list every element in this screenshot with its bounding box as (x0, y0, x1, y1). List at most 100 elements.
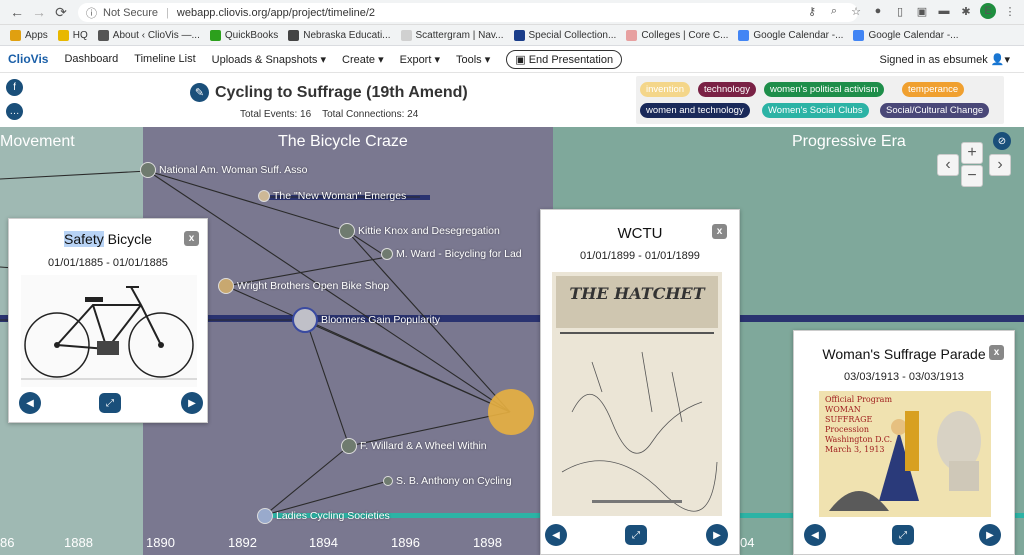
tag-invention[interactable]: invention (640, 82, 691, 97)
timeline-event[interactable]: Ladies Cycling Societies (257, 508, 390, 524)
timeline-event[interactable]: The "New Woman" Emerges (258, 190, 406, 202)
next-icon[interactable]: ▶ (706, 524, 728, 546)
signed-in-label: Signed in as ebsumek (879, 54, 988, 66)
timeline-event[interactable]: Kittie Knox and Desegregation (339, 223, 500, 239)
tag-legend: invention technology women's political a… (636, 76, 1004, 124)
menu-icon[interactable]: ⋮ (1002, 3, 1018, 19)
next-icon[interactable]: ▶ (979, 524, 1001, 546)
pan-left-button[interactable]: ‹ (937, 154, 959, 176)
address-bar[interactable]: ⓘ Not Secure | webapp.cliovis.org/app/pr… (78, 3, 858, 22)
year-tick: 1890 (146, 535, 175, 550)
next-icon[interactable]: ▶ (181, 392, 203, 414)
reload-icon[interactable]: ⟳ (50, 1, 72, 23)
pan-right-button[interactable]: › (989, 154, 1011, 176)
doc-icon[interactable]: ▯ (892, 3, 908, 19)
expand-icon[interactable]: ⤢ (625, 525, 647, 545)
previous-icon[interactable]: ◀ (804, 524, 826, 546)
calendar-icon (853, 29, 865, 41)
event-label: M. Ward - Bicycling for Lad (396, 248, 522, 260)
poster-caption: Official Program WOMAN SUFFRAGE Processi… (825, 395, 893, 454)
bookmark-item[interactable]: Special Collection... (513, 29, 616, 41)
total-connections: Total Connections: 24 (322, 109, 419, 120)
tag-women-and-technology[interactable]: women and technology (640, 103, 750, 118)
tag-social-cultural-change[interactable]: Social/Cultural Change (880, 103, 990, 118)
nav-export-dropdown[interactable]: Export ▾ (400, 53, 440, 66)
event-label: National Am. Woman Suff. Asso (159, 164, 308, 176)
event-card-suffrage-parade[interactable]: Woman's Suffrage Parade x 03/03/1913 - 0… (793, 330, 1015, 555)
event-thumbnail (383, 476, 393, 486)
bookmark-item[interactable]: HQ (57, 29, 88, 41)
user-menu[interactable]: Signed in as ebsumek 👤▾ (879, 53, 1010, 66)
nav-tools-dropdown[interactable]: Tools ▾ (456, 53, 490, 66)
timeline-event[interactable]: F. Willard & A Wheel Within (341, 438, 487, 454)
event-card-wctu[interactable]: WCTU x 01/01/1899 - 01/01/1899 THE HATCH… (540, 209, 740, 555)
nav-create-dropdown[interactable]: Create ▾ (342, 53, 384, 66)
nav-uploads-dropdown[interactable]: Uploads & Snapshots ▾ (212, 53, 326, 66)
bookmark-item[interactable]: Apps (10, 29, 48, 41)
screen-icon[interactable]: ▬ (936, 3, 952, 19)
zoom-icon[interactable]: ⌕ (826, 3, 842, 19)
previous-icon[interactable]: ◀ (19, 392, 41, 414)
event-thumbnail (292, 307, 318, 333)
profile-avatar[interactable]: E (980, 3, 996, 19)
url-text[interactable]: webapp.cliovis.org/app/project/timeline/… (177, 7, 375, 19)
nav-timeline-list[interactable]: Timeline List (134, 53, 195, 65)
star-icon[interactable]: ☆ (848, 3, 864, 19)
puzzle-icon[interactable]: ✱ (958, 3, 974, 19)
expand-icon[interactable]: ⤢ (892, 525, 914, 545)
zoom-out-button[interactable]: − (961, 165, 983, 187)
timeline-event[interactable]: M. Ward - Bicycling for Lad (381, 248, 522, 260)
selected-event-node[interactable] (488, 389, 534, 435)
project-stats: Total Events: 16 Total Connections: 24 (240, 109, 418, 120)
timeline-event[interactable]: National Am. Woman Suff. Asso (140, 162, 307, 178)
extension-icon[interactable]: ● (870, 3, 886, 19)
chat-icon[interactable]: … (6, 103, 23, 120)
hide-eye-icon[interactable]: ⊘ (993, 132, 1011, 150)
user-icon: 👤▾ (990, 54, 1010, 66)
year-tick: 1894 (309, 535, 338, 550)
event-thumbnail (140, 162, 156, 178)
expand-icon[interactable]: ⤢ (99, 393, 121, 413)
nav-dashboard[interactable]: Dashboard (64, 53, 118, 65)
browser-toolbar: ← → ⟳ ⓘ Not Secure | webapp.cliovis.org/… (0, 0, 1024, 25)
card-date: 01/01/1885 - 01/01/1885 (48, 257, 168, 269)
previous-icon[interactable]: ◀ (545, 524, 567, 546)
year-tick: 1898 (473, 535, 502, 550)
year-tick: 04 (740, 535, 755, 550)
info-icon[interactable]: ⓘ (86, 5, 97, 21)
zoom-in-button[interactable]: + (961, 142, 983, 164)
pdf-icon[interactable]: ▣ (914, 3, 930, 19)
key-icon[interactable]: ⚷ (804, 3, 820, 19)
tag-temperance[interactable]: temperance (902, 82, 965, 97)
bookmark-item[interactable]: Colleges | Core C... (626, 29, 728, 41)
forward-arrow-icon[interactable]: → (28, 1, 50, 23)
bookmark-icon (626, 29, 638, 41)
project-title-row: ✎ Cycling to Suffrage (19th Amend) (190, 83, 468, 102)
bookmark-item[interactable]: Scattergram | Nav... (400, 29, 504, 41)
back-arrow-icon[interactable]: ← (6, 1, 28, 23)
tag-technology[interactable]: technology (698, 82, 756, 97)
card-title: Woman's Suffrage Parade (822, 346, 986, 362)
bookmark-item[interactable]: Google Calendar -... (738, 29, 843, 41)
timeline-event[interactable]: S. B. Anthony on Cycling (383, 475, 512, 487)
timeline-event[interactable]: Bloomers Gain Popularity (292, 307, 440, 333)
close-button[interactable]: x (712, 224, 727, 239)
bookmark-item[interactable]: Google Calendar -... (853, 29, 959, 41)
brand-logo[interactable]: ClioVis (8, 52, 48, 66)
bookmark-item[interactable]: Nebraska Educati... (288, 29, 391, 41)
project-title: Cycling to Suffrage (19th Amend) (215, 83, 468, 101)
tag-womens-political-activism[interactable]: women's political activism (764, 82, 885, 97)
close-button[interactable]: x (989, 345, 1004, 360)
bookmark-item[interactable]: About ‹ ClioVis —... (97, 29, 200, 41)
year-tick: 1888 (64, 535, 93, 550)
edit-pencil-icon[interactable]: ✎ (190, 83, 209, 102)
tag-womens-social-clubs[interactable]: Women's Social Clubs (762, 103, 869, 118)
bookmark-item[interactable]: QuickBooks (209, 29, 278, 41)
bookmark-icon (97, 29, 109, 41)
info-icon[interactable]: f (6, 79, 23, 96)
event-thumbnail (218, 278, 234, 294)
event-card-safety-bicycle[interactable]: Safety Bicycle x 01/01/1885 - 01/01/1885… (8, 218, 208, 423)
timeline-event[interactable]: Wright Brothers Open Bike Shop (218, 278, 389, 294)
close-button[interactable]: x (184, 231, 199, 246)
end-presentation-button[interactable]: ▣ End Presentation (506, 49, 623, 69)
